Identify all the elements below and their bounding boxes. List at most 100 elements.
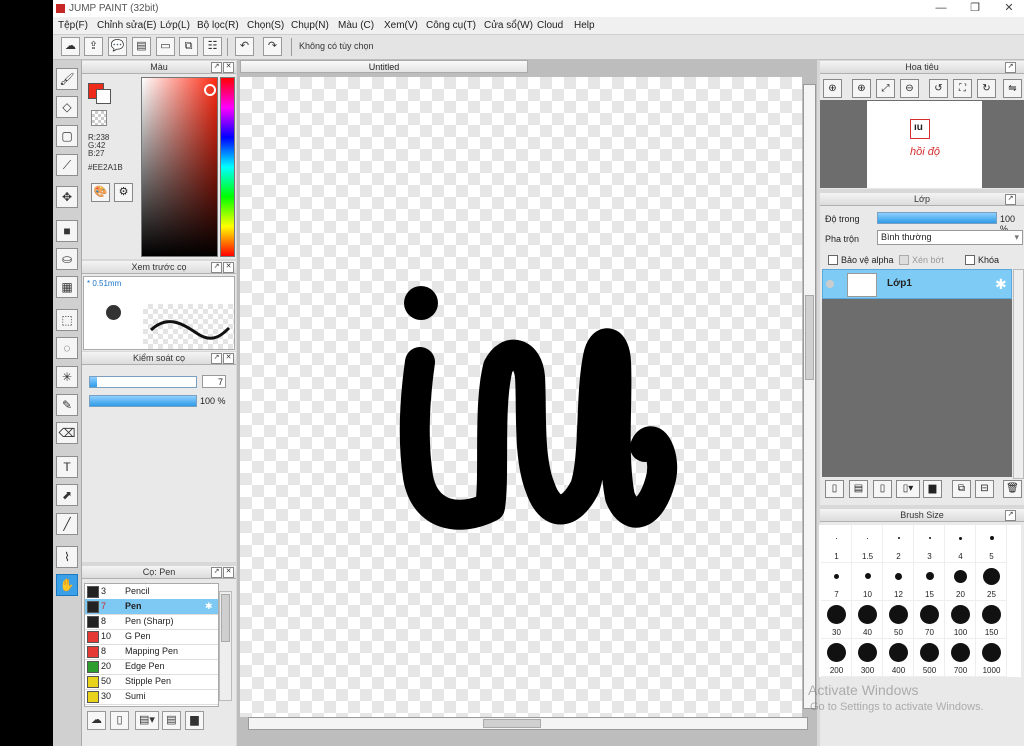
fit-icon[interactable]: ⤢: [876, 79, 895, 98]
add-layer-menu-icon[interactable]: ▯▾: [896, 480, 920, 498]
new-layer-icon[interactable]: ▯: [825, 480, 844, 498]
navigator-viewport-rect[interactable]: ıu: [910, 119, 930, 139]
brush-size-cell[interactable]: 500: [914, 639, 945, 677]
text-tool-icon[interactable]: T: [56, 456, 78, 478]
brush-size-cell[interactable]: 20: [945, 563, 976, 601]
brush-size-slider[interactable]: [89, 376, 197, 388]
drawing-canvas[interactable]: [240, 77, 802, 717]
brush-folder-icon[interactable]: ▆: [185, 711, 204, 730]
select-pen-icon[interactable]: ✎: [56, 394, 78, 416]
comment-icon[interactable]: ▤: [132, 37, 151, 56]
eraser-tool-icon[interactable]: ◇: [56, 96, 78, 118]
background-color-swatch[interactable]: [96, 89, 111, 104]
menu-layer[interactable]: Lớp(L): [160, 20, 190, 31]
eyedropper-tool-icon[interactable]: ⌇: [56, 546, 78, 568]
gradient-tool-icon[interactable]: ▦: [56, 276, 78, 298]
scrollbar-thumb[interactable]: [483, 719, 541, 728]
brush-size-cell[interactable]: 1: [821, 525, 852, 563]
trash-icon[interactable]: 🗑: [1003, 480, 1022, 498]
menu-color[interactable]: Màu (C): [338, 20, 374, 31]
gear-icon[interactable]: ✱: [995, 276, 1007, 293]
layer-row[interactable]: Lớp1 ✱: [822, 269, 1012, 299]
blend-mode-select[interactable]: Bình thường ▾: [877, 230, 1023, 245]
brush-size-cell[interactable]: 10: [852, 563, 883, 601]
brush-item[interactable]: 3 Pencil: [85, 584, 218, 600]
protect-alpha-checkbox[interactable]: [828, 255, 838, 265]
brush-size-cell[interactable]: 15: [914, 563, 945, 601]
panel-detach-icon[interactable]: ↗: [211, 62, 222, 73]
brush-size-cell[interactable]: 150: [976, 601, 1007, 639]
brush-size-input[interactable]: 7: [202, 375, 226, 388]
cloud-icon[interactable]: ☁: [61, 37, 80, 56]
fill-rect-tool-icon[interactable]: ■: [56, 220, 78, 242]
zoom-in-icon[interactable]: ⊕: [852, 79, 871, 98]
panel-close-icon[interactable]: ✕: [223, 567, 234, 578]
select-eraser-icon[interactable]: ⌫: [56, 422, 78, 444]
brush-size-cell[interactable]: 5: [976, 525, 1007, 563]
brush-cloud-icon[interactable]: ☁: [87, 711, 106, 730]
layer-duplicate-icon[interactable]: ⧉: [952, 480, 971, 498]
brush-size-cell[interactable]: 30: [821, 601, 852, 639]
clipping-checkbox[interactable]: [899, 255, 909, 265]
undo-icon[interactable]: ↶: [235, 37, 254, 56]
brush-size-cell[interactable]: 300: [852, 639, 883, 677]
menu-window[interactable]: Cửa sổ(W): [484, 20, 533, 31]
page-icon[interactable]: ▭: [156, 37, 175, 56]
menu-cloud[interactable]: Cloud: [537, 20, 563, 31]
color-picker-cursor[interactable]: [204, 84, 216, 96]
lock-checkbox[interactable]: [965, 255, 975, 265]
rectangle-tool-icon[interactable]: ▢: [56, 125, 78, 147]
brush-size-cell[interactable]: 200: [821, 639, 852, 677]
panel-layout-icon[interactable]: ☷: [203, 37, 222, 56]
redo-icon[interactable]: ↷: [263, 37, 282, 56]
brush-size-cell[interactable]: 7: [821, 563, 852, 601]
canvas-hscroll[interactable]: [248, 717, 808, 730]
menu-select[interactable]: Chọn(S): [247, 20, 284, 31]
brush-size-cell[interactable]: 1.5: [852, 525, 883, 563]
new-brush-icon[interactable]: ▯: [110, 711, 129, 730]
new-layer-dup-icon[interactable]: ▤: [849, 480, 868, 498]
brush-item[interactable]: 30 Sumi: [85, 689, 218, 705]
menu-view[interactable]: Xem(V): [384, 20, 418, 31]
layer-copy-icon[interactable]: ▯: [873, 480, 892, 498]
panel-detach-icon[interactable]: ↗: [211, 262, 222, 273]
scrollbar-thumb[interactable]: [221, 594, 230, 642]
maximize-button[interactable]: ❐: [965, 1, 985, 15]
bucket-tool-icon[interactable]: ⛀: [56, 248, 78, 270]
hand-tool-icon[interactable]: ✋: [56, 574, 78, 596]
rotate-left-icon[interactable]: ↺: [929, 79, 948, 98]
brush-list-scrollbar[interactable]: [219, 591, 232, 701]
magic-wand-icon[interactable]: ✳: [56, 366, 78, 388]
panel-detach-icon[interactable]: ↗: [1005, 62, 1016, 73]
panel-close-icon[interactable]: ✕: [223, 262, 234, 273]
menu-capture[interactable]: Chụp(N): [291, 20, 329, 31]
canvas-vscroll[interactable]: [803, 84, 816, 709]
transparent-color-swatch[interactable]: [91, 110, 107, 126]
rect-select-icon[interactable]: ⬚: [56, 309, 78, 331]
palette-icon[interactable]: 🎨: [91, 183, 110, 202]
rotate-right-icon[interactable]: ↻: [977, 79, 996, 98]
brush-size-cell[interactable]: 2: [883, 525, 914, 563]
brush-item[interactable]: 20 Edge Pen: [85, 659, 218, 675]
layer-folder-icon[interactable]: ▆: [923, 480, 942, 498]
gear-icon[interactable]: ✱: [205, 599, 213, 614]
zoom-out-icon[interactable]: ⊖: [900, 79, 919, 98]
speech-icon[interactable]: 💬: [108, 37, 127, 56]
lasso-select-icon[interactable]: ◌: [56, 337, 78, 359]
brush-size-cell[interactable]: 3: [914, 525, 945, 563]
menu-file[interactable]: Tệp(F): [58, 20, 88, 31]
panel-close-icon[interactable]: ✕: [223, 62, 234, 73]
brush-item[interactable]: 8 Pen (Sharp): [85, 614, 218, 630]
line-tool-icon[interactable]: ⟋: [56, 154, 78, 176]
export-icon[interactable]: ⇪: [84, 37, 103, 56]
pages-icon[interactable]: ⧉: [179, 37, 198, 56]
zoom-reset-icon[interactable]: ⊕: [823, 79, 842, 98]
brush-size-cell[interactable]: 700: [945, 639, 976, 677]
panel-detach-icon[interactable]: ↗: [1005, 510, 1016, 521]
menu-tools[interactable]: Công cụ(T): [426, 20, 476, 31]
flip-icon[interactable]: ⇋: [1003, 79, 1022, 98]
move-tool-icon[interactable]: ✥: [56, 186, 78, 208]
brush-opacity-slider[interactable]: [89, 395, 197, 407]
brush-item-selected[interactable]: 7 Pen ✱: [85, 599, 218, 615]
brush-tool-icon[interactable]: 🖌: [56, 68, 78, 90]
